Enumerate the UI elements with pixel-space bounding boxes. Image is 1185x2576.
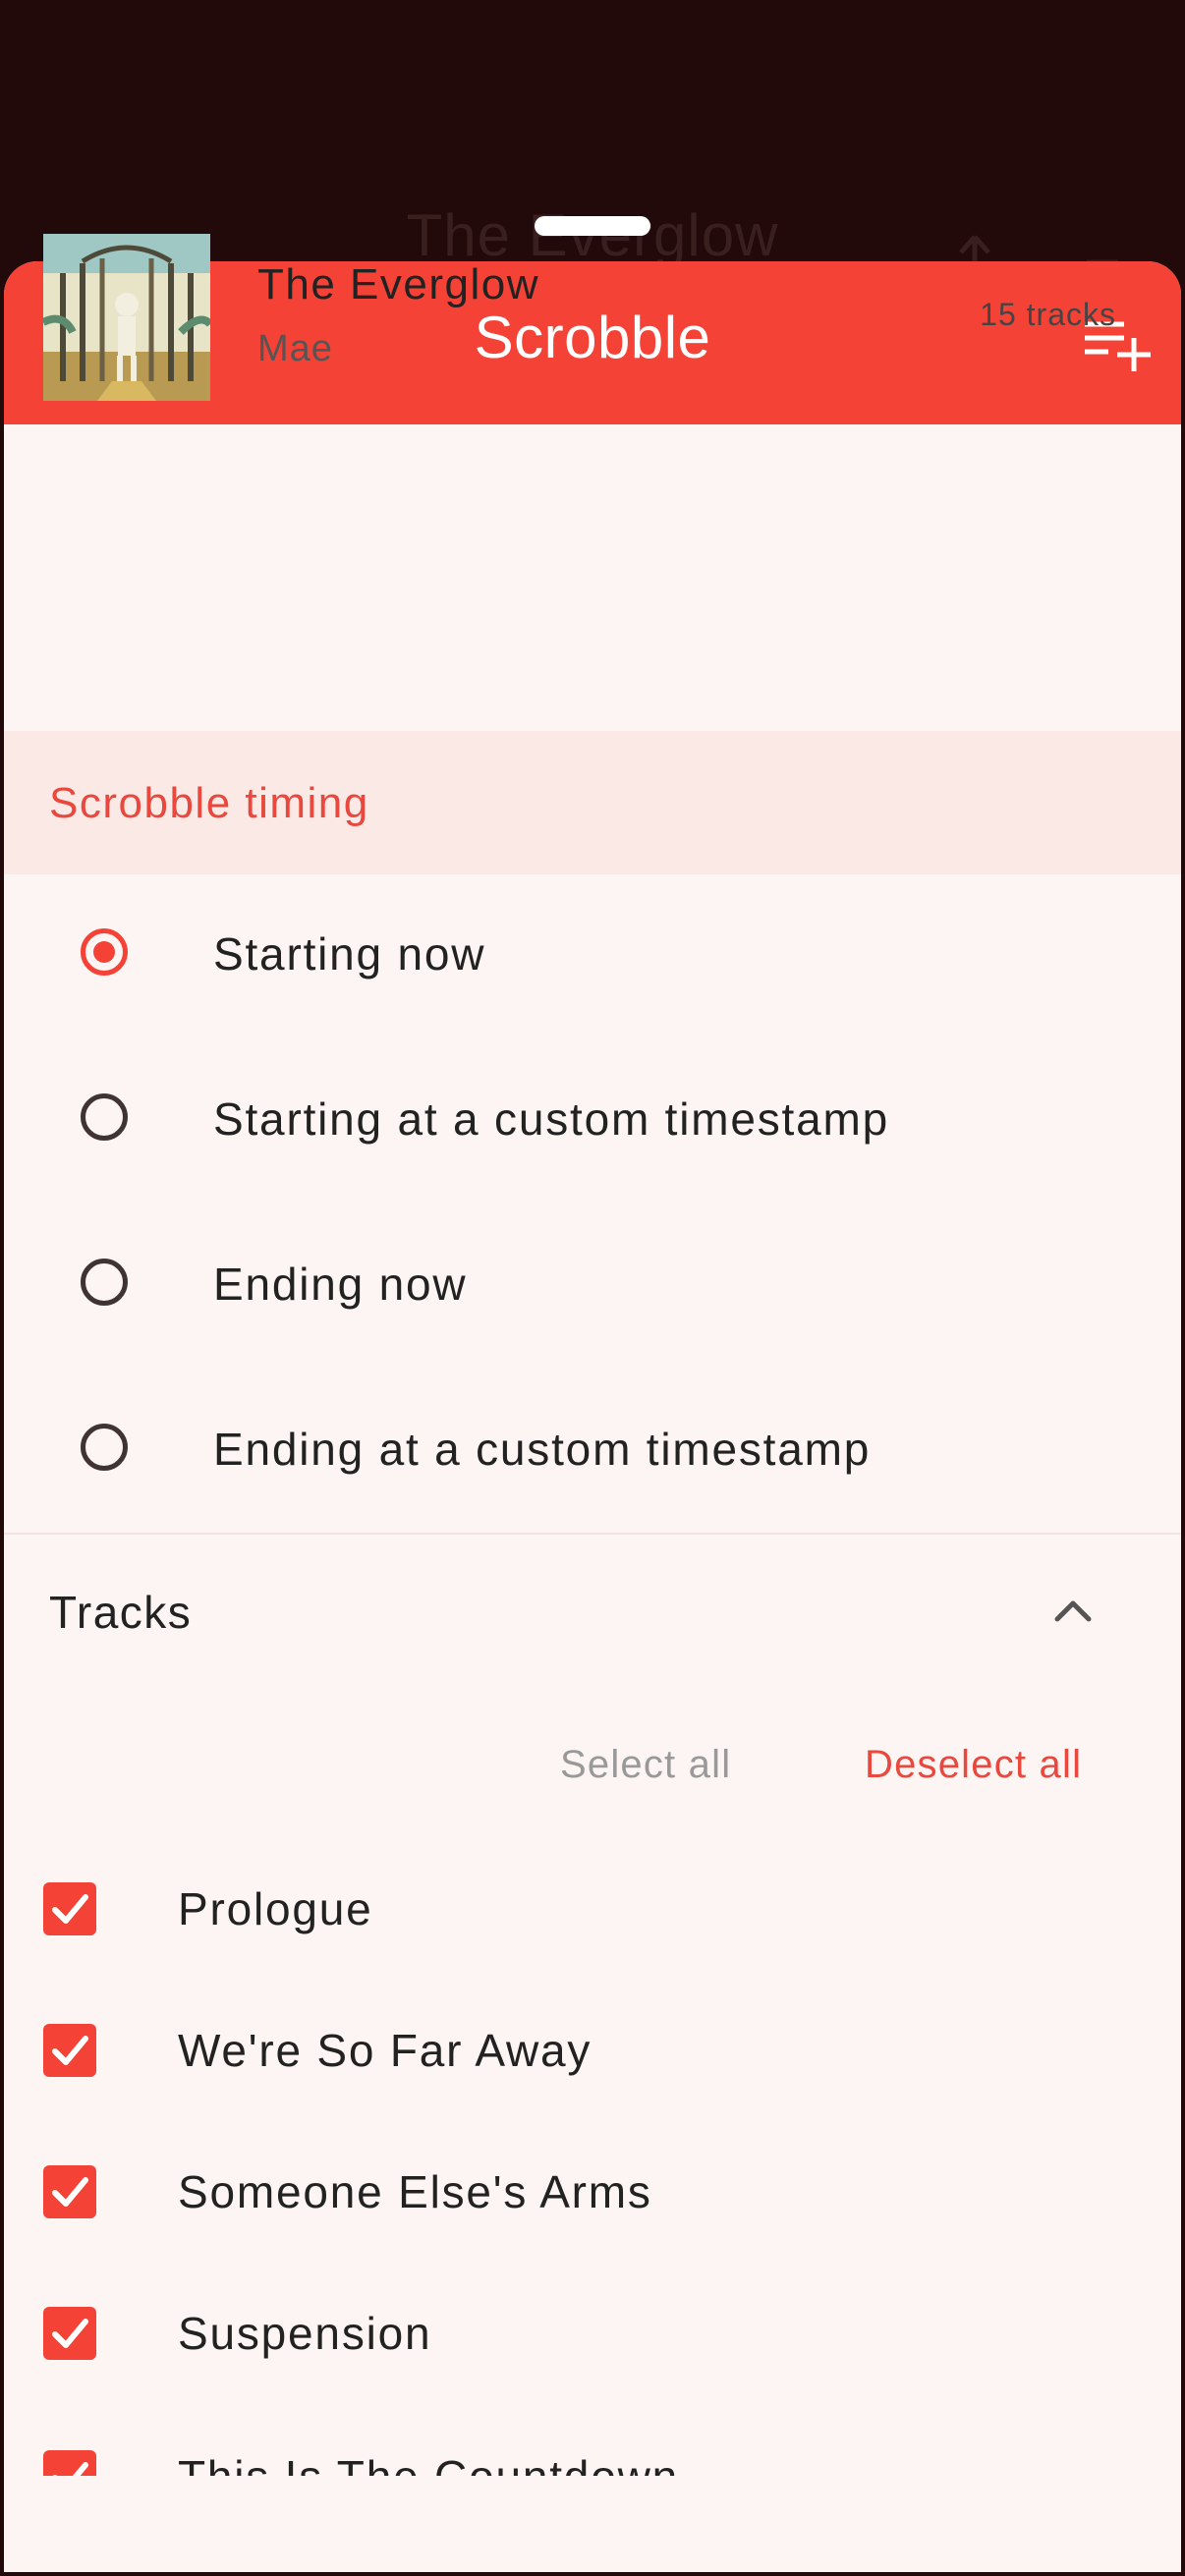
track-row[interactable]: Suspension bbox=[4, 2266, 1181, 2407]
track-title: We're So Far Away bbox=[178, 2025, 592, 2076]
track-row[interactable]: Someone Else's Arms bbox=[4, 2124, 1181, 2266]
checkbox-checked-icon[interactable] bbox=[43, 2024, 96, 2077]
track-row[interactable]: We're So Far Away bbox=[4, 1983, 1181, 2124]
scrobble-timing-header: Scrobble timing bbox=[4, 731, 1181, 874]
timing-option-ending-now[interactable]: Ending now bbox=[4, 1204, 1181, 1370]
album-summary bbox=[4, 424, 1181, 731]
checkbox-checked-icon[interactable] bbox=[43, 2307, 96, 2360]
tracks-header[interactable]: Tracks bbox=[4, 1535, 1181, 1692]
sheet-drag-handle[interactable] bbox=[535, 216, 650, 236]
track-list: Prologue We're So Far Away Someone Else'… bbox=[4, 1841, 1181, 2478]
timing-option-label: Ending at a custom timestamp bbox=[213, 1424, 872, 1475]
radio-unselected-icon[interactable] bbox=[81, 1259, 128, 1306]
timing-option-custom-start[interactable]: Starting at a custom timestamp bbox=[4, 1039, 1181, 1204]
collapse-tracks-button[interactable] bbox=[1049, 1588, 1097, 1635]
track-title: Someone Else's Arms bbox=[178, 2166, 652, 2217]
track-row[interactable]: Prologue bbox=[4, 1841, 1181, 1983]
track-title: Suspension bbox=[178, 2308, 432, 2359]
track-title: Prologue bbox=[178, 1883, 373, 1934]
album-title: The Everglow bbox=[257, 260, 540, 308]
track-title: This Is The Countdown bbox=[178, 2450, 679, 2476]
radio-unselected-icon[interactable] bbox=[81, 1424, 128, 1471]
timing-option-label: Starting now bbox=[213, 928, 486, 980]
select-all-button[interactable]: Select all bbox=[560, 1743, 731, 1787]
checkbox-checked-icon[interactable] bbox=[43, 1882, 96, 1935]
timing-option-label: Ending now bbox=[213, 1259, 468, 1310]
radio-selected-icon[interactable] bbox=[81, 928, 128, 976]
tracks-label: Tracks bbox=[49, 1587, 193, 1638]
radio-unselected-icon[interactable] bbox=[81, 1093, 128, 1141]
scrobble-timing-label: Scrobble timing bbox=[49, 779, 369, 827]
album-art bbox=[41, 234, 214, 401]
deselect-all-button[interactable]: Deselect all bbox=[865, 1743, 1082, 1787]
album-artist: Mae bbox=[257, 328, 333, 369]
timing-option-label: Starting at a custom timestamp bbox=[213, 1093, 890, 1145]
checkbox-checked-icon[interactable] bbox=[43, 2450, 96, 2476]
track-count: 15 tracks bbox=[980, 297, 1116, 332]
timing-option-custom-end[interactable]: Ending at a custom timestamp bbox=[4, 1370, 1181, 1535]
chevron-up-icon bbox=[1054, 1600, 1092, 1622]
timing-option-starting-now[interactable]: Starting now bbox=[4, 874, 1181, 1039]
track-row-partial[interactable]: This Is The Countdown bbox=[4, 2407, 1181, 2476]
checkbox-checked-icon[interactable] bbox=[43, 2165, 96, 2218]
